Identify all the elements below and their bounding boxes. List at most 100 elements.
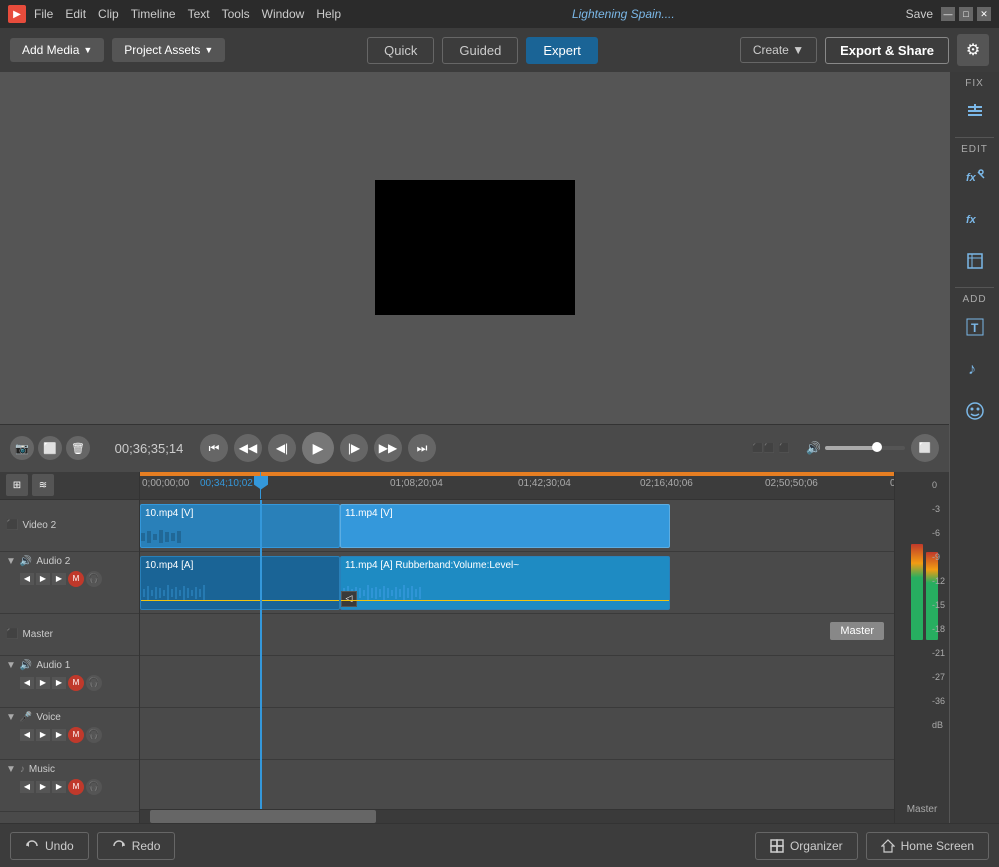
- audio1-next[interactable]: ▶: [52, 677, 66, 689]
- save-button[interactable]: Save: [906, 7, 933, 21]
- music-prev[interactable]: ◀: [20, 781, 34, 793]
- clip-video2-2-label: 11.mp4 [V]: [345, 508, 393, 519]
- timeline-tracks: 10.mp4 [V]: [140, 500, 894, 810]
- edit-crop-button[interactable]: [957, 243, 993, 279]
- tab-guided[interactable]: Guided: [442, 37, 518, 64]
- vu-label-2: -6: [932, 528, 945, 538]
- forward-end-button[interactable]: ⏭: [408, 434, 436, 462]
- menu-help[interactable]: Help: [316, 7, 341, 21]
- audio2-play[interactable]: ▶: [36, 573, 50, 585]
- edit-label: EDIT: [961, 144, 988, 155]
- track-tool-wave[interactable]: ≋: [32, 474, 54, 496]
- clip-audio2-2[interactable]: 11.mp4 [A] Rubberband:Volume:Level~: [340, 556, 670, 610]
- menu-tools[interactable]: Tools: [222, 7, 250, 21]
- vu-label-7: -21: [932, 648, 945, 658]
- menu-edit[interactable]: Edit: [65, 7, 86, 21]
- track-label-voice: ▼ 🎤 Voice ◀ ▶ ▶ M 🎧: [0, 708, 139, 760]
- clip-video2-1[interactable]: 10.mp4 [V]: [140, 504, 340, 548]
- title-bar: ▶ File Edit Clip Timeline Text Tools Win…: [0, 0, 999, 28]
- add-text-button[interactable]: T: [957, 309, 993, 345]
- voice-expand[interactable]: ▼: [6, 712, 16, 723]
- add-media-button[interactable]: Add Media ▼: [10, 38, 104, 62]
- rewind-start-button[interactable]: ⏮: [200, 434, 228, 462]
- audio1-mute[interactable]: M: [68, 675, 84, 691]
- create-button[interactable]: Create ▼: [740, 37, 817, 63]
- ruler-time-0: 0;00;00;00: [142, 478, 189, 489]
- track-label-audio2: ▼ 🔊 Audio 2 ◀ ▶ ▶ M 🎧: [0, 552, 139, 614]
- voice-prev[interactable]: ◀: [20, 729, 34, 741]
- add-emoji-button[interactable]: [957, 393, 993, 429]
- menu-window[interactable]: Window: [262, 7, 305, 21]
- menu-file[interactable]: File: [34, 7, 53, 21]
- bottom-toolbar: Undo Redo Organizer Home Screen: [0, 823, 999, 867]
- audio1-expand[interactable]: ▼: [6, 660, 16, 671]
- audio1-headphone[interactable]: 🎧: [86, 675, 102, 691]
- tab-expert[interactable]: Expert: [526, 37, 598, 64]
- audio2-headphone[interactable]: 🎧: [86, 571, 102, 587]
- undo-button[interactable]: Undo: [10, 832, 89, 860]
- main-area: 📷 ⬜ 🗑 00;36;35;14 ⏮ ◀◀ ◀| ▶ |▶ ▶▶ ⏭ ⬛⬛ ⬛…: [0, 72, 999, 823]
- volume-control: 🔊: [806, 441, 905, 455]
- fullscreen-button[interactable]: ⬜: [911, 434, 939, 462]
- voice-play[interactable]: ▶: [36, 729, 50, 741]
- audio2-prev[interactable]: ◀: [20, 573, 34, 585]
- music-expand[interactable]: ▼: [6, 764, 16, 775]
- svg-text:♪: ♪: [968, 361, 976, 378]
- maximize-button[interactable]: □: [959, 7, 973, 21]
- voice-mute[interactable]: M: [68, 727, 84, 743]
- audio2-mute[interactable]: M: [68, 571, 84, 587]
- music-mute[interactable]: M: [68, 779, 84, 795]
- master-button[interactable]: Master: [830, 622, 884, 640]
- home-screen-button[interactable]: Home Screen: [866, 832, 989, 860]
- fix-button[interactable]: [957, 93, 993, 129]
- clip-audio2-1[interactable]: 10.mp4 [A]: [140, 556, 340, 610]
- menu-clip[interactable]: Clip: [98, 7, 119, 21]
- voice-next[interactable]: ▶: [52, 729, 66, 741]
- edit-fx-button-1[interactable]: fx: [957, 159, 993, 195]
- vu-bar-left: [911, 544, 923, 640]
- rewind-button[interactable]: ◀◀: [234, 434, 262, 462]
- close-button[interactable]: ✕: [977, 7, 991, 21]
- redo-button[interactable]: Redo: [97, 832, 176, 860]
- organizer-button[interactable]: Organizer: [755, 832, 858, 860]
- track-tool-grid[interactable]: ⊞: [6, 474, 28, 496]
- rubberband-handle[interactable]: ◁: [341, 591, 357, 607]
- tab-quick[interactable]: Quick: [367, 37, 434, 64]
- step-forward-button[interactable]: |▶: [340, 434, 368, 462]
- ruler-time-2: 01;42;30;04: [518, 478, 571, 489]
- project-assets-button[interactable]: Project Assets ▼: [112, 38, 225, 62]
- vu-label-0: 0: [932, 480, 945, 490]
- menu-text[interactable]: Text: [188, 7, 210, 21]
- music-next[interactable]: ▶: [52, 781, 66, 793]
- video-preview: [375, 180, 575, 315]
- split-button[interactable]: ⬜: [38, 436, 62, 460]
- fast-forward-button[interactable]: ▶▶: [374, 434, 402, 462]
- delete-button[interactable]: 🗑: [66, 436, 90, 460]
- export-share-button[interactable]: Export & Share: [825, 37, 949, 64]
- music-play[interactable]: ▶: [36, 781, 50, 793]
- step-back-button[interactable]: ◀|: [268, 434, 296, 462]
- playhead-time: 00;34;10;02: [200, 478, 253, 489]
- music-headphone[interactable]: 🎧: [86, 779, 102, 795]
- edit-fx-button-2[interactable]: fx: [957, 201, 993, 237]
- volume-slider[interactable]: [825, 446, 905, 450]
- ruler-time-4: 02;50;50;06: [765, 478, 818, 489]
- track-label-video2: ⬛ Video 2: [0, 500, 139, 552]
- play-button[interactable]: ▶: [302, 432, 334, 464]
- audio2-next[interactable]: ▶: [52, 573, 66, 585]
- preview-area: [0, 72, 949, 424]
- voice-headphone[interactable]: 🎧: [86, 727, 102, 743]
- clip-video2-2[interactable]: 11.mp4 [V]: [340, 504, 670, 548]
- audio1-prev[interactable]: ◀: [20, 677, 34, 689]
- vu-label-5: -15: [932, 600, 945, 610]
- snapshot-button[interactable]: 📷: [10, 436, 34, 460]
- track-controls: ⊞ ≋ ⬛ Video 2 ▼ 🔊 Audio 2 ◀: [0, 472, 140, 824]
- minimize-button[interactable]: —: [941, 7, 955, 21]
- clip-audio2-1-label: 10.mp4 [A]: [145, 560, 193, 571]
- settings-button[interactable]: ⚙: [957, 34, 989, 66]
- menu-timeline[interactable]: Timeline: [131, 7, 176, 21]
- audio2-expand[interactable]: ▼: [6, 556, 16, 567]
- audio1-play[interactable]: ▶: [36, 677, 50, 689]
- timeline-scrollbar[interactable]: [140, 809, 894, 823]
- add-music-button[interactable]: ♪: [957, 351, 993, 387]
